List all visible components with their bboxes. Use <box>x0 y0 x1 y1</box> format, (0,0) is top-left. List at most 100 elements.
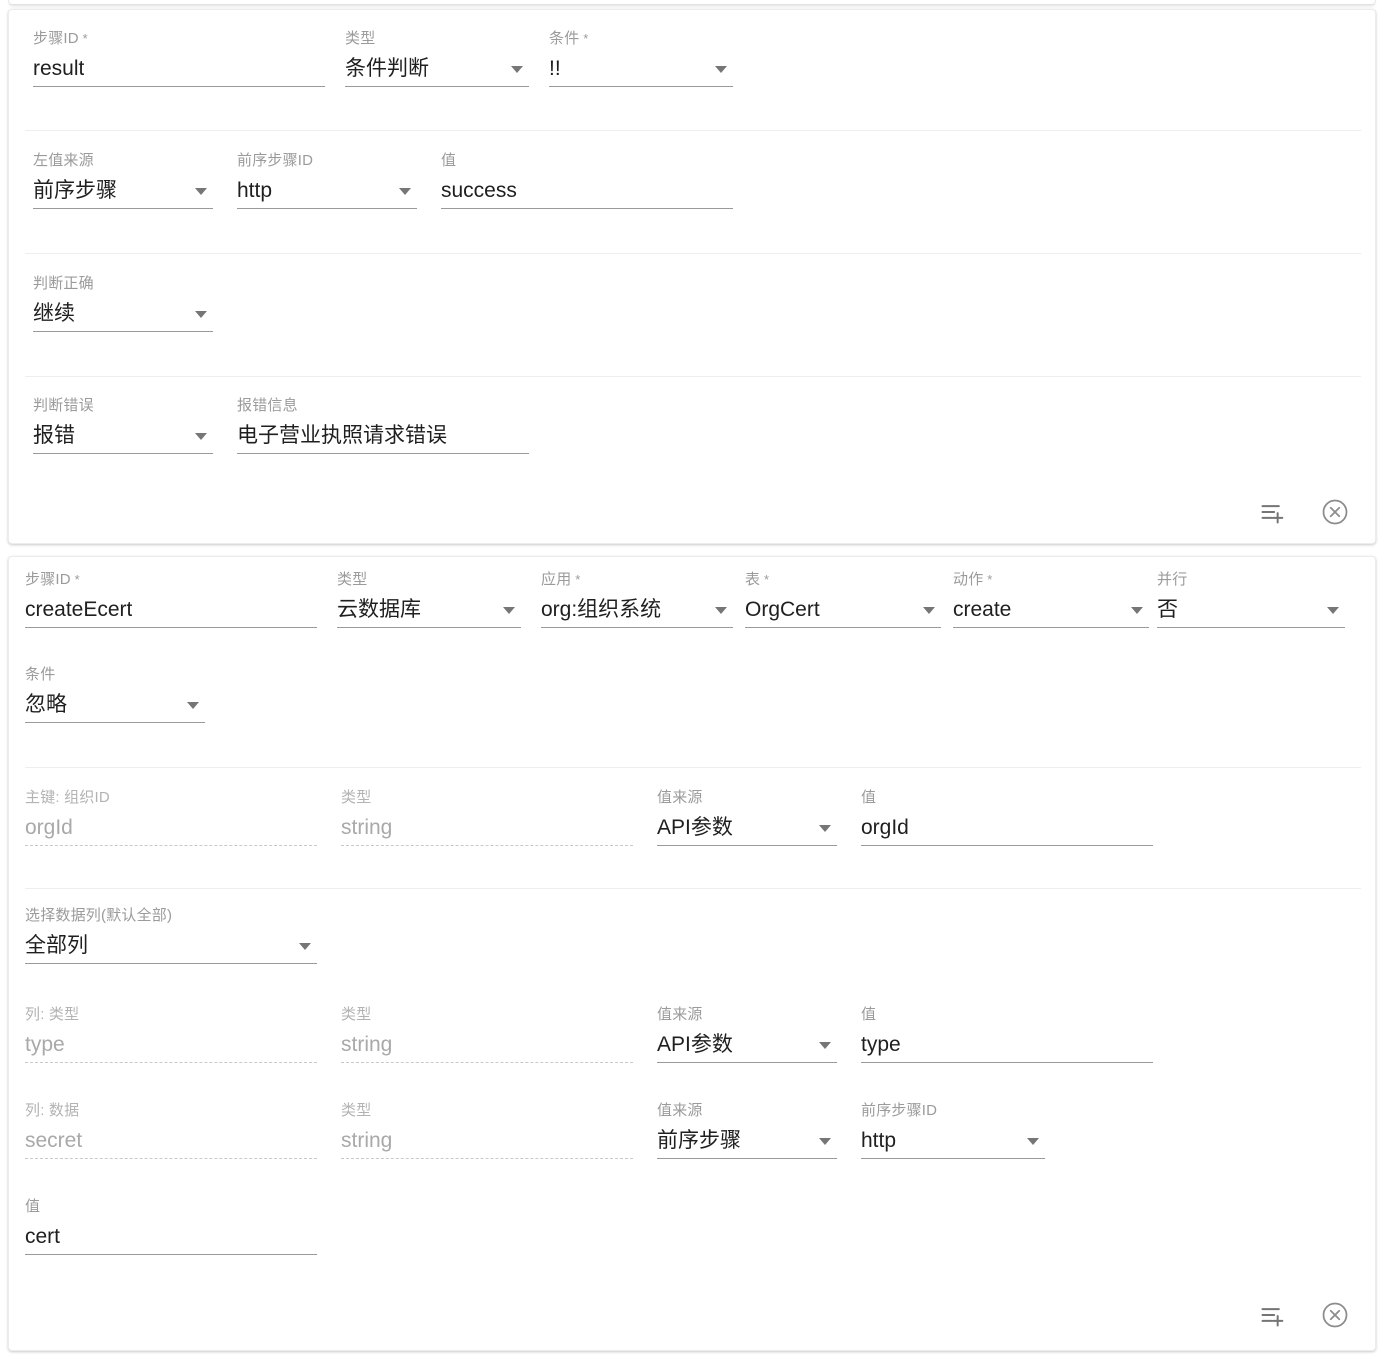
chevron-down-icon[interactable] <box>1027 1137 1039 1145</box>
field-condition[interactable]: 条件 忽略 <box>25 666 205 723</box>
select-control[interactable]: http <box>861 1123 1045 1159</box>
field-value-text: cert <box>25 1224 61 1248</box>
chevron-down-icon[interactable] <box>503 606 515 614</box>
field-type[interactable]: 类型 条件判断 <box>345 30 529 87</box>
text-input[interactable]: result <box>33 51 325 87</box>
select-control[interactable]: create <box>953 592 1149 628</box>
field-value: OrgCert <box>745 597 820 621</box>
field-step-id[interactable]: 步骤ID * result <box>33 30 325 87</box>
text-input[interactable]: 电子营业执照请求错误 <box>237 418 529 454</box>
text-input[interactable]: createEcert <box>25 592 317 628</box>
field-value: 云数据库 <box>337 597 421 621</box>
chevron-down-icon[interactable] <box>819 1041 831 1049</box>
row-divider <box>25 767 1361 768</box>
select-control[interactable]: API参数 <box>657 810 837 846</box>
field-value: orgId <box>25 815 73 839</box>
chevron-down-icon[interactable] <box>715 65 727 73</box>
chevron-down-icon[interactable] <box>187 701 199 709</box>
field-application[interactable]: 应用 * org:组织系统 <box>541 571 733 628</box>
field-value-source[interactable]: 值来源 API参数 <box>657 1006 837 1063</box>
field-label: 列: 数据 <box>25 1102 80 1119</box>
step-card-cloud-db: 步骤ID * createEcert 类型 云数据库 应用 * org:组织系统 <box>8 556 1376 1351</box>
field-label: 类型 <box>337 571 368 588</box>
select-control[interactable]: 前序步骤 <box>33 173 213 209</box>
chevron-down-icon[interactable] <box>819 824 831 832</box>
field-value: API参数 <box>657 815 733 839</box>
chevron-down-icon[interactable] <box>195 187 207 195</box>
field-label: 值来源 <box>657 1102 703 1119</box>
chevron-down-icon[interactable] <box>1131 606 1143 614</box>
select-control[interactable]: 否 <box>1157 592 1345 628</box>
field-on-true[interactable]: 判断正确 继续 <box>33 275 213 332</box>
field-error-message[interactable]: 报错信息 电子营业执照请求错误 <box>237 397 529 454</box>
field-previous-step-id[interactable]: 前序步骤ID http <box>861 1102 1045 1159</box>
field-label: 类型 <box>341 1006 372 1023</box>
card-actions <box>1257 1299 1351 1331</box>
select-control[interactable]: 继续 <box>33 296 213 332</box>
chevron-down-icon[interactable] <box>1327 606 1339 614</box>
field-value-text: orgId <box>861 815 909 839</box>
field-type[interactable]: 类型 云数据库 <box>337 571 521 628</box>
chevron-down-icon[interactable] <box>923 606 935 614</box>
chevron-down-icon[interactable] <box>511 65 523 73</box>
field-table[interactable]: 表 * OrgCert <box>745 571 941 628</box>
select-control[interactable]: 条件判断 <box>345 51 529 87</box>
field-value: API参数 <box>657 1032 733 1056</box>
remove-step-icon[interactable] <box>1319 496 1351 528</box>
chevron-down-icon[interactable] <box>819 1137 831 1145</box>
field-label: 值来源 <box>657 1006 703 1023</box>
field-value-text: type <box>861 1032 901 1056</box>
field-value: 前序步骤 <box>657 1128 741 1152</box>
field-value-source[interactable]: 值来源 API参数 <box>657 789 837 846</box>
field-step-id[interactable]: 步骤ID * createEcert <box>25 571 317 628</box>
text-input-disabled: type <box>25 1027 317 1063</box>
field-previous-step-id[interactable]: 前序步骤ID http <box>237 152 417 209</box>
field-action[interactable]: 动作 * create <box>953 571 1149 628</box>
field-label: 选择数据列(默认全部) <box>25 907 173 924</box>
field-value: !! <box>549 56 561 80</box>
select-control[interactable]: org:组织系统 <box>541 592 733 628</box>
field-value[interactable]: 值 type <box>861 1006 1153 1063</box>
field-value[interactable]: 值 orgId <box>861 789 1153 846</box>
remove-step-icon[interactable] <box>1319 1299 1351 1331</box>
text-input[interactable]: success <box>441 173 733 209</box>
select-control[interactable]: 全部列 <box>25 928 317 964</box>
add-step-icon[interactable] <box>1257 496 1289 528</box>
select-control[interactable]: 忽略 <box>25 687 205 723</box>
select-control[interactable]: 报错 <box>33 418 213 454</box>
field-left-value-source[interactable]: 左值来源 前序步骤 <box>33 152 213 209</box>
field-condition[interactable]: 条件 * !! <box>549 30 733 87</box>
select-control[interactable]: 云数据库 <box>337 592 521 628</box>
chevron-down-icon[interactable] <box>195 432 207 440</box>
select-control[interactable]: OrgCert <box>745 592 941 628</box>
add-step-icon[interactable] <box>1257 1299 1289 1331</box>
select-control[interactable]: 前序步骤 <box>657 1123 837 1159</box>
field-type: 类型 string <box>341 1006 633 1063</box>
field-value: string <box>341 815 393 839</box>
select-control[interactable]: http <box>237 173 417 209</box>
field-value: 继续 <box>33 301 75 325</box>
field-value: 忽略 <box>25 692 67 716</box>
chevron-down-icon[interactable] <box>195 310 207 318</box>
field-label: 判断错误 <box>33 397 94 414</box>
field-on-false[interactable]: 判断错误 报错 <box>33 397 213 454</box>
field-select-columns[interactable]: 选择数据列(默认全部) 全部列 <box>25 907 317 964</box>
field-value-source[interactable]: 值来源 前序步骤 <box>657 1102 837 1159</box>
text-input-disabled: orgId <box>25 810 317 846</box>
field-label: 步骤ID * <box>25 571 80 588</box>
chevron-down-icon[interactable] <box>299 942 311 950</box>
field-label: 条件 * <box>549 30 589 47</box>
field-value[interactable]: 值 cert <box>25 1198 317 1255</box>
chevron-down-icon[interactable] <box>715 606 727 614</box>
text-input[interactable]: cert <box>25 1219 317 1255</box>
field-label: 动作 * <box>953 571 993 588</box>
field-label: 值 <box>861 789 877 806</box>
field-parallel[interactable]: 并行 否 <box>1157 571 1345 628</box>
select-control[interactable]: API参数 <box>657 1027 837 1063</box>
chevron-down-icon[interactable] <box>399 187 411 195</box>
select-control[interactable]: !! <box>549 51 733 87</box>
field-value[interactable]: 值 success <box>441 152 733 209</box>
field-value: http <box>237 178 273 202</box>
text-input[interactable]: orgId <box>861 810 1153 846</box>
text-input[interactable]: type <box>861 1027 1153 1063</box>
